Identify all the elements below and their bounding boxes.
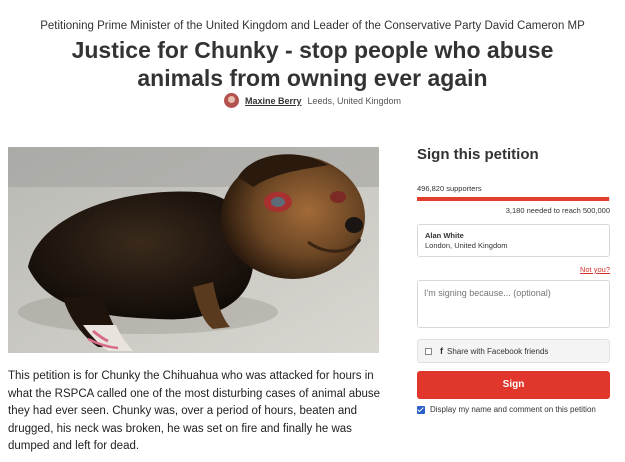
facebook-share-option[interactable]: f Share with Facebook friends: [417, 339, 610, 363]
author-row: Maxine Berry Leeds, United Kingdom: [0, 93, 625, 108]
not-you-link[interactable]: Not you?: [580, 265, 610, 274]
display-name-checkbox[interactable]: [417, 406, 425, 414]
progress-bar-fill: [417, 197, 609, 201]
petition-description: This petition is for Chunky the Chihuahu…: [8, 370, 381, 452]
signer-info-box[interactable]: Alan White London, United Kingdom: [417, 224, 610, 257]
petition-title: Justice for Chunky - stop people who abu…: [71, 37, 554, 91]
signer-name: Alan White: [425, 231, 464, 240]
facebook-share-label: Share with Facebook friends: [447, 346, 549, 356]
dog-photo-image: [8, 147, 379, 353]
facebook-share-checkbox[interactable]: [425, 347, 432, 355]
sign-button[interactable]: Sign: [417, 371, 610, 399]
author-location: Leeds, United Kingdom: [307, 95, 402, 106]
avatar[interactable]: [223, 93, 239, 108]
petition-target: Petitioning Prime Minister of the United…: [40, 20, 585, 32]
author-name-link[interactable]: Maxine Berry: [245, 96, 302, 106]
petition-photo: [8, 147, 379, 353]
supporter-count: 496,820 supporters: [417, 184, 482, 193]
comment-textarea[interactable]: [417, 280, 610, 328]
supporters-needed: 3,180 needed to reach 500,000: [505, 206, 610, 215]
facebook-icon: f: [440, 346, 443, 356]
sign-panel-heading: Sign this petition: [417, 146, 539, 163]
sign-panel: Sign this petition 496,820 supporters 3,…: [417, 146, 610, 414]
display-name-label: Display my name and comment on this peti…: [430, 405, 596, 414]
display-name-option[interactable]: Display my name and comment on this peti…: [417, 405, 610, 416]
signer-location: London, United Kingdom: [425, 241, 508, 250]
progress-bar: [417, 197, 610, 201]
